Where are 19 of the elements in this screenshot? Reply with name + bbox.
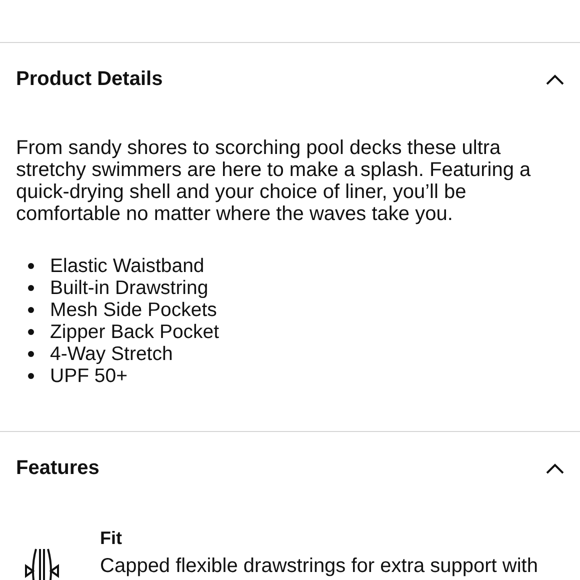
bullet-text: UPF 50+ [50, 365, 128, 387]
chevron-icon [546, 462, 564, 474]
feature-title: Fit [100, 528, 123, 549]
bullet-text: Elastic Waistband [50, 255, 204, 277]
bullet-icon [28, 373, 34, 379]
chevron-icon [546, 74, 564, 84]
bullet-icon [28, 307, 34, 313]
section-header[interactable]: Features [0, 432, 580, 480]
bullet-text: Built-in Drawstring [50, 277, 208, 299]
section-header[interactable]: Product Details [0, 43, 580, 91]
bullet-text: Mesh Side Pockets [50, 299, 217, 321]
bullet-icon [28, 285, 34, 291]
feature-text: Capped flexible drawstrings for extra support with [100, 555, 538, 577]
description-text: From sandy shores to scorching pool decks these ultra stretchy swimmers are here to make a splash. Featuring a quick-drying shell and your choice of liner, you’ll be comfortable no matter where the waves take you. [16, 137, 532, 225]
bullet-text: Zipper Back Pocket [50, 321, 220, 343]
bullet-text: 4-Way Stretch [50, 343, 173, 365]
bullet-icon [28, 329, 34, 335]
bullet-icon [28, 351, 34, 357]
bullet-icon [28, 263, 34, 269]
